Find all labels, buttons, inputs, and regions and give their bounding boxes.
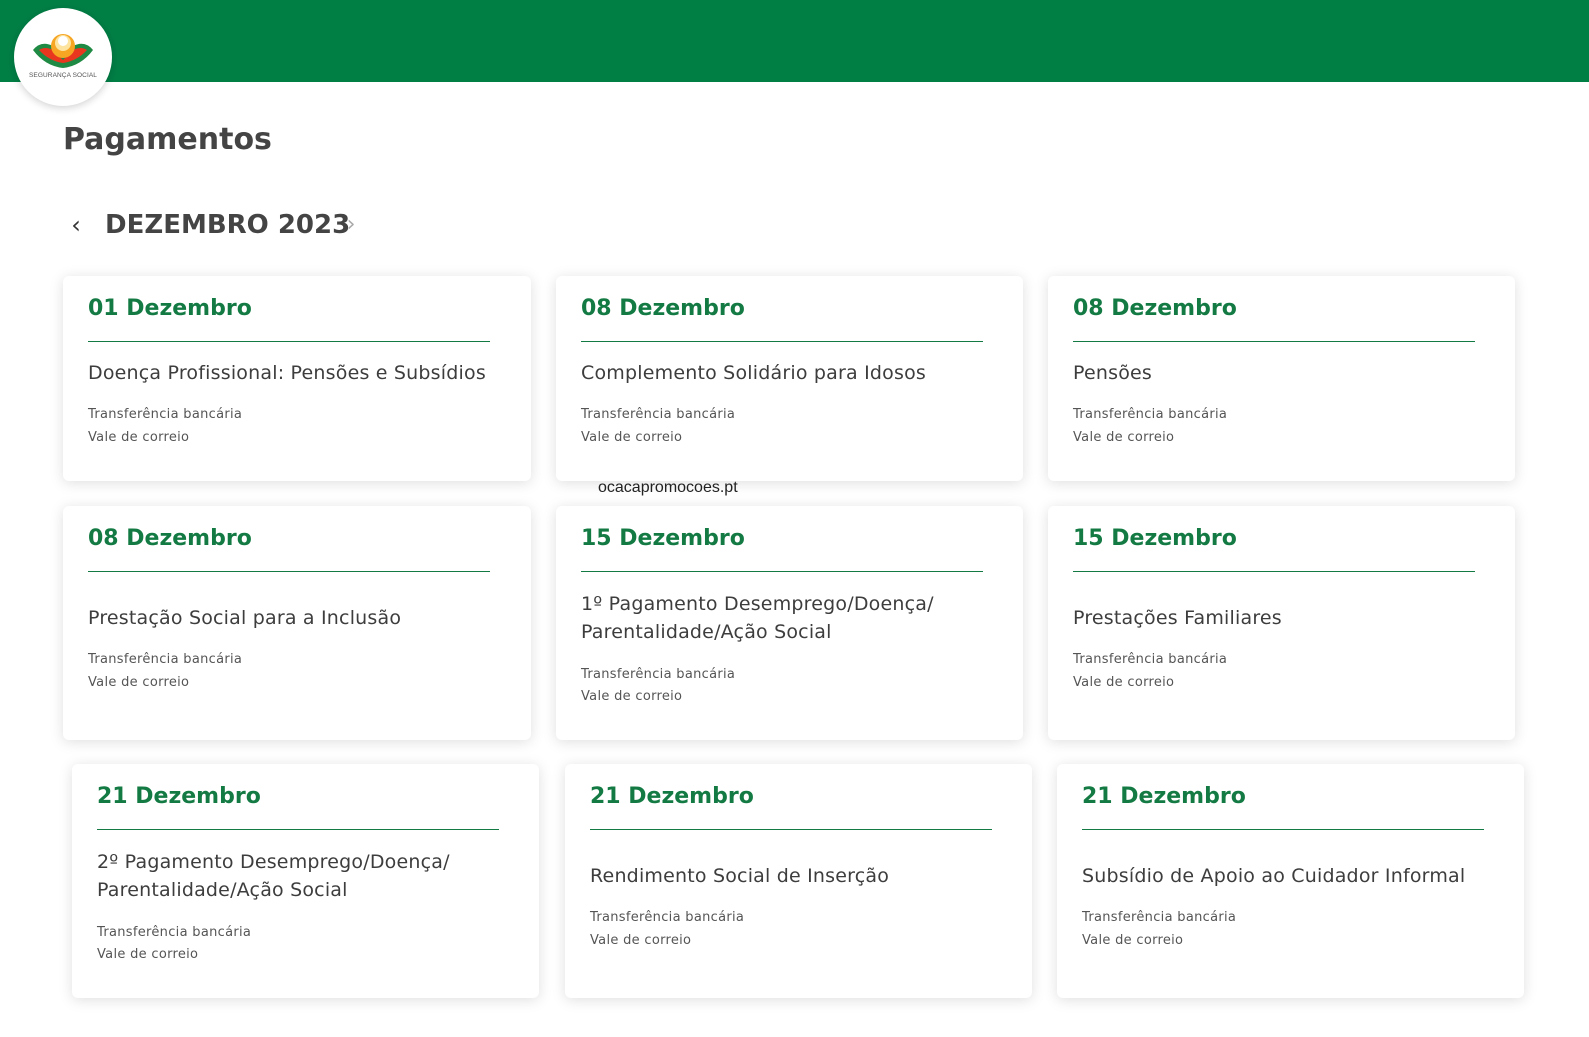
payment-card[interactable]: 15 Dezembro Prestações Familiares Transf… (1048, 506, 1515, 740)
payment-title: Complemento Solidário para Idosos (581, 362, 926, 384)
payment-method-transfer: Transferência bancária (1073, 652, 1228, 667)
payment-card[interactable]: 08 Dezembro Prestação Social para a Incl… (63, 506, 531, 740)
top-header-bar (0, 0, 1589, 82)
chevron-left-icon[interactable]: ‹ (63, 205, 89, 245)
payment-method-postal: Vale de correio (1073, 675, 1175, 690)
payment-title: Pensões (1073, 362, 1153, 384)
payment-method-postal: Vale de correio (581, 430, 683, 445)
payment-method-postal: Vale de correio (1082, 933, 1184, 948)
divider (97, 829, 499, 830)
divider (88, 341, 490, 342)
payment-card[interactable]: 08 Dezembro Complemento Solidário para I… (556, 276, 1023, 481)
payment-card[interactable]: 21 Dezembro Subsídio de Apoio ao Cuidado… (1057, 764, 1524, 998)
payment-date: 08 Dezembro (88, 526, 252, 551)
payment-method-postal: Vale de correio (88, 675, 190, 690)
payment-title: 1º Pagamento Desemprego/Doença/ Parental… (581, 593, 934, 643)
divider (581, 571, 983, 572)
payment-card[interactable]: 21 Dezembro 2º Pagamento Desemprego/Doen… (72, 764, 539, 998)
payment-title: Doença Profissional: Pensões e Subsídios (88, 362, 486, 384)
payment-date: 15 Dezembro (1073, 526, 1237, 551)
payment-date: 15 Dezembro (581, 526, 745, 551)
payment-title: Prestação Social para a Inclusão (88, 607, 402, 629)
payment-card[interactable]: 08 Dezembro Pensões Transferência bancár… (1048, 276, 1515, 481)
payment-method-transfer: Transferência bancária (97, 925, 252, 940)
payment-date: 21 Dezembro (1082, 784, 1246, 809)
divider (1073, 571, 1475, 572)
divider (590, 829, 992, 830)
divider (581, 341, 983, 342)
payment-method-postal: Vale de correio (590, 933, 692, 948)
payment-title: Prestações Familiares (1073, 607, 1282, 629)
payment-date: 08 Dezembro (1073, 296, 1237, 321)
payment-method-transfer: Transferência bancária (88, 407, 243, 422)
divider (1073, 341, 1475, 342)
payment-method-postal: Vale de correio (1073, 430, 1175, 445)
payment-method-transfer: Transferência bancária (590, 910, 745, 925)
chevron-right-icon[interactable]: › (338, 205, 364, 245)
payment-card[interactable]: 01 Dezembro Doença Profissional: Pensões… (63, 276, 531, 481)
payment-title: Subsídio de Apoio ao Cuidador Informal (1082, 865, 1466, 887)
logo-text: SEGURANÇA SOCIAL (28, 72, 98, 79)
seguranca-social-logo[interactable]: SEGURANÇA SOCIAL (14, 8, 112, 106)
payment-method-transfer: Transferência bancária (1073, 407, 1228, 422)
current-month-label: DEZEMBRO 2023 (105, 210, 351, 240)
watermark-text: ocacapromocoes.pt (598, 479, 738, 496)
divider (1082, 829, 1484, 830)
payment-method-postal: Vale de correio (581, 689, 683, 704)
payment-card[interactable]: 15 Dezembro 1º Pagamento Desemprego/Doen… (556, 506, 1023, 740)
payment-date: 21 Dezembro (590, 784, 754, 809)
payment-card[interactable]: 21 Dezembro Rendimento Social de Inserçã… (565, 764, 1032, 998)
payment-method-postal: Vale de correio (88, 430, 190, 445)
payment-date: 21 Dezembro (97, 784, 261, 809)
payment-date: 08 Dezembro (581, 296, 745, 321)
payment-method-transfer: Transferência bancária (581, 667, 736, 682)
payment-title: Rendimento Social de Inserção (590, 865, 890, 887)
divider (88, 571, 490, 572)
payment-method-postal: Vale de correio (97, 947, 199, 962)
payment-date: 01 Dezembro (88, 296, 252, 321)
page-title: Pagamentos (63, 122, 272, 157)
payment-method-transfer: Transferência bancária (1082, 910, 1237, 925)
payment-title: 2º Pagamento Desemprego/Doença/ Parental… (97, 851, 450, 901)
payment-method-transfer: Transferência bancária (88, 652, 243, 667)
payment-method-transfer: Transferência bancária (581, 407, 736, 422)
logo-emblem-icon (33, 34, 93, 68)
